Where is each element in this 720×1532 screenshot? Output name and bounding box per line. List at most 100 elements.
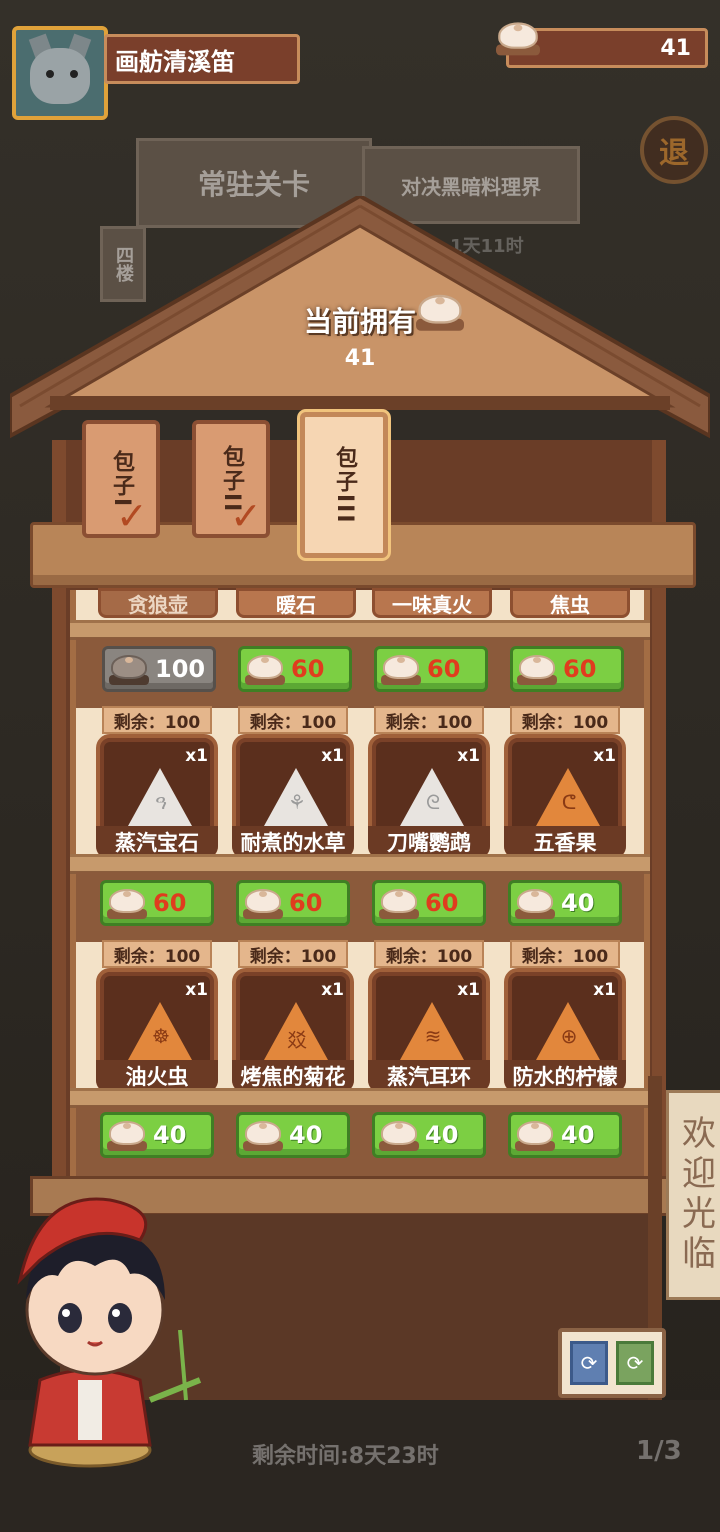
buy-button[interactable]: 40 (508, 880, 622, 926)
ingredient-symbol: 㸚 (287, 1028, 307, 1052)
tier-label: 包子III (332, 445, 357, 525)
item-name-tab: 焦虫 (510, 588, 630, 618)
refresh-button[interactable]: ⟳ (570, 1341, 608, 1385)
check-icon: ✓ (230, 494, 264, 538)
remaining-tag: 剩余：100 (238, 706, 348, 734)
buy-button[interactable]: 60 (238, 646, 352, 692)
ingredient-symbol: ⊕ (560, 1024, 578, 1048)
buy-button[interactable]: 40 (372, 1112, 486, 1158)
wolf-eye-right (70, 70, 78, 78)
item-quantity: x1 (185, 980, 208, 1000)
price-value: 40 (289, 1121, 323, 1149)
buy-button[interactable]: 40 (508, 1112, 622, 1158)
shop-item-card[interactable]: x1 ⊕ 防水的柠檬 (504, 968, 626, 1094)
bun-icon (517, 653, 557, 685)
welcome-sign: 欢迎光临 (666, 1090, 720, 1300)
item-quantity: x1 (457, 980, 480, 1000)
price-value: 60 (425, 889, 459, 917)
remaining-tag: 剩余：100 (374, 940, 484, 968)
buy-button[interactable]: 60 (236, 880, 350, 926)
price-value: 60 (289, 889, 323, 917)
price-value: 40 (425, 1121, 459, 1149)
player-name: 画舫清溪笛 (104, 34, 300, 84)
shop-item-card[interactable]: x1 㸚 烤焦的菊花 (232, 968, 354, 1094)
shop-item-card[interactable]: x1 ☸ 油火虫 (96, 968, 218, 1094)
shelf-plank (70, 620, 650, 640)
player-avatar[interactable] (12, 26, 108, 120)
item-quantity: x1 (457, 746, 480, 766)
buy-button[interactable]: 60 (510, 646, 624, 692)
ingredient-symbol: ᘓ (425, 790, 441, 814)
buy-button[interactable]: 40 (236, 1112, 350, 1158)
shelf-plank (70, 1088, 650, 1108)
price-value: 60 (563, 655, 597, 683)
remaining-tag: 剩余：100 (510, 940, 620, 968)
mini-button-panel: ⟳ ⟳ (558, 1328, 666, 1398)
price-value: 60 (427, 655, 461, 683)
bun-icon (515, 1119, 555, 1151)
price-value: 40 (561, 1121, 595, 1149)
price-value: 60 (153, 889, 187, 917)
price-value: 60 (291, 655, 325, 683)
ingredient-symbol: ≋ (424, 1024, 442, 1048)
exit-button[interactable]: 退 (640, 116, 708, 184)
owned-title: 当前拥有 (303, 305, 416, 338)
remaining-tag: 剩余：100 (102, 706, 212, 734)
item-quantity: x1 (321, 746, 344, 766)
bun-icon (243, 1119, 283, 1151)
wolf-eye-left (46, 70, 54, 78)
cycle-icon: ⟳ (626, 1351, 644, 1375)
bun-icon (243, 887, 283, 919)
bun-icon (107, 1119, 147, 1151)
remaining-tag: 剩余：100 (238, 940, 348, 968)
item-name-tab: 暖石 (236, 588, 356, 618)
shop-item-card[interactable]: x1 ዓ 蒸汽宝石 (96, 734, 218, 860)
owned-count: 41 (344, 346, 376, 371)
remaining-tag: 剩余：100 (102, 940, 212, 968)
tier-tab-1[interactable]: 包子I ✓ (82, 420, 160, 538)
page-indicator: 1/3 (636, 1436, 682, 1466)
buy-button[interactable]: 60 (374, 646, 488, 692)
shelf-plank (70, 854, 650, 874)
bun-icon (515, 887, 555, 919)
bun-icon (381, 653, 421, 685)
buy-button[interactable]: 40 (100, 1112, 214, 1158)
ingredient-symbol: ☸ (152, 1024, 170, 1048)
ingredient-symbol: ዓ (155, 790, 167, 814)
item-quantity: x1 (593, 980, 616, 1000)
owned-bun-icon (416, 292, 464, 335)
bun-icon (379, 887, 419, 919)
item-quantity: x1 (321, 980, 344, 1000)
item-name-tab: 一味真火 (372, 588, 492, 618)
bun-icon (496, 20, 540, 60)
tier-tab-2[interactable]: 包子II ✓ (192, 420, 270, 538)
shop-item-card[interactable]: x1 ᕦ 五香果 (504, 734, 626, 860)
bun-icon (107, 887, 147, 919)
buy-button[interactable]: 60 (372, 880, 486, 926)
bun-icon (245, 653, 285, 685)
shop-item-card[interactable]: x1 ⚘ 耐煮的水草 (232, 734, 354, 860)
bun-icon (109, 653, 149, 685)
shop-item-card[interactable]: x1 ≋ 蒸汽耳环 (368, 968, 490, 1094)
check-icon: ✓ (116, 494, 150, 538)
remaining-time: 剩余时间:8天23时 (252, 1444, 439, 1469)
remaining-tag: 剩余：100 (510, 706, 620, 734)
buy-button-sold-out[interactable]: 100 (102, 646, 216, 692)
shopkeeper-character (17, 1197, 202, 1468)
buy-button[interactable]: 60 (100, 880, 214, 926)
remaining-tag: 剩余：100 (374, 706, 484, 734)
item-name-tab: 贪狼壶 (98, 588, 218, 618)
item-quantity: x1 (593, 746, 616, 766)
tier-tab-3[interactable]: 包子III (300, 412, 388, 558)
ingredient-symbol: ᕦ (561, 790, 577, 814)
bun-icon (379, 1119, 419, 1151)
item-quantity: x1 (185, 746, 208, 766)
price-value: 100 (155, 655, 206, 683)
price-value: 40 (153, 1121, 187, 1149)
cycle-icon: ⟳ (580, 1351, 598, 1375)
ingredient-symbol: ⚘ (288, 790, 306, 814)
swap-button[interactable]: ⟳ (616, 1341, 654, 1385)
shop-item-card[interactable]: x1 ᘓ 刀嘴鹦鹉 (368, 734, 490, 860)
price-value: 40 (561, 889, 595, 917)
wolf-face (30, 48, 90, 104)
